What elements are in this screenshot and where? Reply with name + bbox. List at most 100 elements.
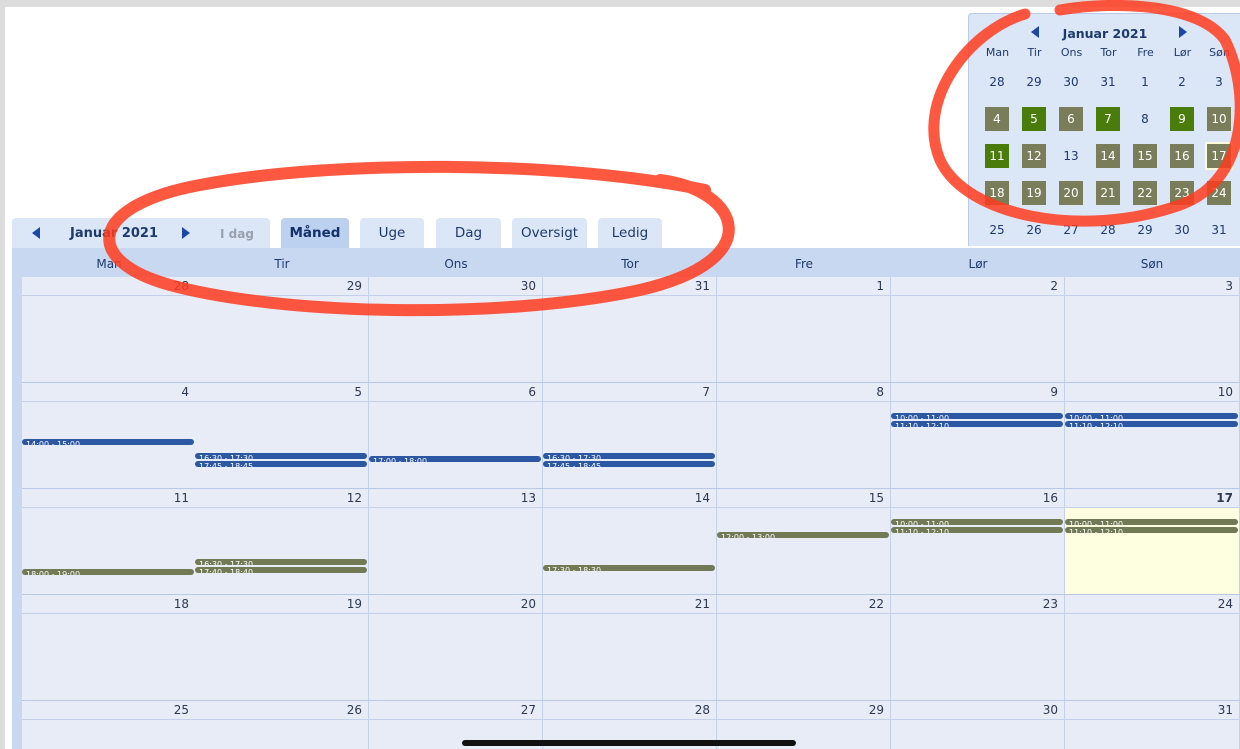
day-cell[interactable]: 1 [717,277,891,382]
day-cell[interactable]: 17 [1065,489,1240,594]
calendar-event[interactable]: 14:00 - 15:00 [22,439,194,445]
mini-day[interactable]: 10 [1207,107,1231,131]
day-cell[interactable]: 31 [543,277,717,382]
calendar-event[interactable]: 11:10 - 12:10 [891,421,1063,427]
day-cell[interactable]: 19 [195,595,369,700]
day-cell[interactable]: 24 [1065,595,1240,700]
tab-month[interactable]: Måned [281,218,349,248]
prev-month-icon[interactable] [32,227,40,239]
calendar-event[interactable]: 16:30 - 17:30 [195,453,367,459]
day-number: 28 [173,279,189,293]
mini-day[interactable]: 20 [1059,181,1083,205]
mini-day[interactable]: 18 [985,181,1009,205]
mini-day[interactable]: 31 [1207,218,1231,242]
tab-overview[interactable]: Oversigt [512,218,587,248]
calendar-event[interactable]: 16:30 - 17:30 [195,559,367,565]
calendar-event[interactable]: 16:30 - 17:30 [543,453,715,459]
day-cell[interactable]: 10 [1065,383,1240,488]
calendar-event[interactable]: 11:10 - 12:10 [891,527,1063,533]
mini-day[interactable]: 4 [985,107,1009,131]
calendar-event[interactable]: 17:45 - 18:45 [195,461,367,467]
mini-day[interactable]: 19 [1022,181,1046,205]
day-cell[interactable]: 22 [717,595,891,700]
mini-day[interactable]: 29 [1133,218,1157,242]
calendar-event[interactable]: 11:10 - 12:10 [1065,421,1238,427]
mini-day[interactable]: 15 [1133,144,1157,168]
mini-next-month-icon[interactable] [1179,26,1187,38]
mini-day[interactable]: 8 [1133,107,1157,131]
mini-day[interactable]: 12 [1022,144,1046,168]
day-cell[interactable]: 13 [369,489,543,594]
day-cell[interactable]: 31 [1065,701,1240,749]
day-cell[interactable]: 30 [891,701,1065,749]
mini-day[interactable]: 30 [1170,218,1194,242]
calendar-event[interactable]: 10:00 - 11:00 [891,519,1063,525]
mini-day[interactable]: 13 [1059,144,1083,168]
day-cell[interactable]: 15 [717,489,891,594]
weekday-header: Ons [444,257,468,271]
day-cell[interactable]: 29 [195,277,369,382]
mini-day[interactable]: 31 [1096,70,1120,94]
day-cell[interactable]: 20 [369,595,543,700]
mini-day[interactable]: 16 [1170,144,1194,168]
mini-day[interactable]: 14 [1096,144,1120,168]
mini-day[interactable]: 17 [1207,144,1231,168]
calendar-event[interactable]: 17:45 - 18:45 [543,461,715,467]
calendar-event[interactable]: 12:00 - 13:00 [717,532,889,538]
day-cell[interactable]: 2 [891,277,1065,382]
tab-day[interactable]: Dag [436,218,501,248]
calendar-event[interactable]: 10:00 - 11:00 [891,413,1063,419]
mini-day[interactable]: 6 [1059,107,1083,131]
day-cell[interactable]: 21 [543,595,717,700]
day-cell[interactable]: 25 [22,701,196,749]
calendar-event[interactable]: 17:30 - 18:30 [543,565,715,571]
mini-day[interactable]: 1 [1133,70,1157,94]
day-number: 19 [346,597,362,611]
calendar-event[interactable]: 11:10 - 12:10 [1065,527,1238,533]
day-cell[interactable]: 18 [22,595,196,700]
day-cell[interactable]: 23 [891,595,1065,700]
day-cell[interactable]: 9 [891,383,1065,488]
day-cell[interactable]: 30 [369,277,543,382]
mini-day[interactable]: 26 [1022,218,1046,242]
day-cell[interactable]: 8 [717,383,891,488]
day-cell[interactable]: 14 [543,489,717,594]
day-cell[interactable]: 16 [891,489,1065,594]
calendar-event[interactable]: 10:00 - 11:00 [1065,519,1238,525]
mini-day[interactable]: 3 [1207,70,1231,94]
day-cell[interactable]: 7 [543,383,717,488]
mini-day[interactable]: 23 [1170,181,1194,205]
mini-day[interactable]: 22 [1133,181,1157,205]
day-cell[interactable]: 12 [195,489,369,594]
day-cell[interactable]: 28 [22,277,196,382]
mini-day[interactable]: 30 [1059,70,1083,94]
day-cell[interactable]: 3 [1065,277,1240,382]
day-cell[interactable]: 5 [195,383,369,488]
mini-day[interactable]: 25 [985,218,1009,242]
mini-day[interactable]: 7 [1096,107,1120,131]
calendar-event[interactable]: 18:00 - 19:00 [22,569,194,575]
next-month-icon[interactable] [182,227,190,239]
mini-day[interactable]: 29 [1022,70,1046,94]
mini-day[interactable]: 21 [1096,181,1120,205]
today-button[interactable]: I dag [220,227,254,241]
mini-day[interactable]: 28 [985,70,1009,94]
day-cell[interactable]: 11 [22,489,196,594]
mini-day[interactable]: 27 [1059,218,1083,242]
mini-day[interactable]: 28 [1096,218,1120,242]
calendar-event[interactable]: 10:00 - 11:00 [1065,413,1238,419]
day-cell[interactable]: 4 [22,383,196,488]
mini-day[interactable]: 11 [985,144,1009,168]
day-number: 8 [876,385,884,399]
day-cell-header [891,701,1064,720]
mini-day[interactable]: 24 [1207,181,1231,205]
day-cell[interactable]: 26 [195,701,369,749]
mini-day[interactable]: 5 [1022,107,1046,131]
calendar-event[interactable]: 17:40 - 18:40 [195,567,367,573]
calendar-event[interactable]: 17:00 - 18:00 [369,456,541,462]
tab-available[interactable]: Ledig [598,218,662,248]
mini-day[interactable]: 9 [1170,107,1194,131]
tab-week[interactable]: Uge [360,218,424,248]
mini-day[interactable]: 2 [1170,70,1194,94]
day-cell[interactable]: 6 [369,383,543,488]
